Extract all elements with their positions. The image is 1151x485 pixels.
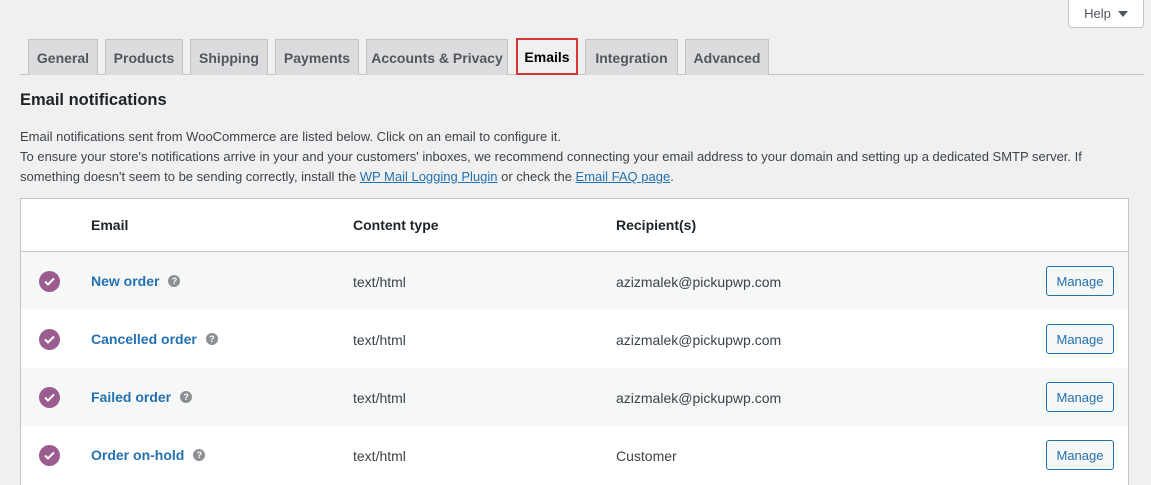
table-row: Order on-hold ? text/html Customer Manag… xyxy=(21,426,1128,484)
enabled-check-icon xyxy=(39,445,60,466)
enabled-check-icon xyxy=(39,271,60,292)
manage-button[interactable]: Manage xyxy=(1046,382,1114,412)
help-tip-icon[interactable]: ? xyxy=(168,275,181,287)
table-header: Email Content type Recipient(s) xyxy=(21,199,1128,252)
manage-button[interactable]: Manage xyxy=(1046,440,1114,470)
settings-tabs: General Products Shipping Payments Accou… xyxy=(20,38,1144,75)
help-tip-icon[interactable]: ? xyxy=(193,449,206,461)
table-row: New order ? text/html azizmalek@pickupwp… xyxy=(21,252,1128,310)
content-type-cell: text/html xyxy=(353,390,406,406)
help-button-label: Help xyxy=(1084,6,1111,21)
email-name-link[interactable]: New order ? xyxy=(91,273,181,289)
tab-products[interactable]: Products xyxy=(105,39,183,75)
email-name-link[interactable]: Order on-hold ? xyxy=(91,447,206,463)
recipient-cell: azizmalek@pickupwp.com xyxy=(616,332,782,348)
tab-shipping[interactable]: Shipping xyxy=(190,39,268,75)
recipient-cell: azizmalek@pickupwp.com xyxy=(616,390,782,406)
email-name-link[interactable]: Failed order ? xyxy=(91,389,193,405)
recipient-cell: Customer xyxy=(616,448,677,464)
email-faq-link[interactable]: Email FAQ page xyxy=(576,169,671,184)
recipient-cell: azizmalek@pickupwp.com xyxy=(616,274,782,290)
column-header-recipients: Recipient(s) xyxy=(616,217,697,233)
content-type-cell: text/html xyxy=(353,332,406,348)
help-button[interactable]: Help xyxy=(1068,0,1144,28)
description-text-c: . xyxy=(670,169,674,184)
help-tip-icon[interactable]: ? xyxy=(180,391,193,403)
manage-button[interactable]: Manage xyxy=(1046,324,1114,354)
description-line-2: To ensure your store's notifications arr… xyxy=(20,147,1145,187)
content-type-cell: text/html xyxy=(353,448,406,464)
table-row: Failed order ? text/html azizmalek@picku… xyxy=(21,368,1128,426)
email-name: New order xyxy=(91,273,160,289)
enabled-check-icon xyxy=(39,329,60,350)
email-name: Failed order xyxy=(91,389,172,405)
column-header-email: Email xyxy=(91,217,129,233)
content-type-cell: text/html xyxy=(353,274,406,290)
enabled-check-icon xyxy=(39,387,60,408)
table-row: Cancelled order ? text/html azizmalek@pi… xyxy=(21,310,1128,368)
description-line-1: Email notifications sent from WooCommerc… xyxy=(20,129,561,144)
caret-down-icon xyxy=(1117,10,1128,17)
description-text-b: or check the xyxy=(497,169,576,184)
tab-advanced[interactable]: Advanced xyxy=(685,39,769,75)
tab-emails[interactable]: Emails xyxy=(516,38,578,75)
email-name-link[interactable]: Cancelled order ? xyxy=(91,331,218,347)
section-description: Email notifications sent from WooCommerc… xyxy=(20,127,1145,187)
email-notifications-table: Email Content type Recipient(s) New orde… xyxy=(20,198,1129,485)
email-name: Order on-hold xyxy=(91,447,185,463)
tab-integration[interactable]: Integration xyxy=(585,39,678,75)
manage-button[interactable]: Manage xyxy=(1046,266,1114,296)
help-tip-icon[interactable]: ? xyxy=(205,333,218,345)
column-header-content-type: Content type xyxy=(353,217,439,233)
wp-mail-logging-plugin-link[interactable]: WP Mail Logging Plugin xyxy=(360,169,498,184)
email-name: Cancelled order xyxy=(91,331,197,347)
tab-payments[interactable]: Payments xyxy=(275,39,359,75)
tab-general[interactable]: General xyxy=(28,39,98,75)
tab-accounts-privacy[interactable]: Accounts & Privacy xyxy=(366,39,508,75)
page-title: Email notifications xyxy=(20,91,167,109)
